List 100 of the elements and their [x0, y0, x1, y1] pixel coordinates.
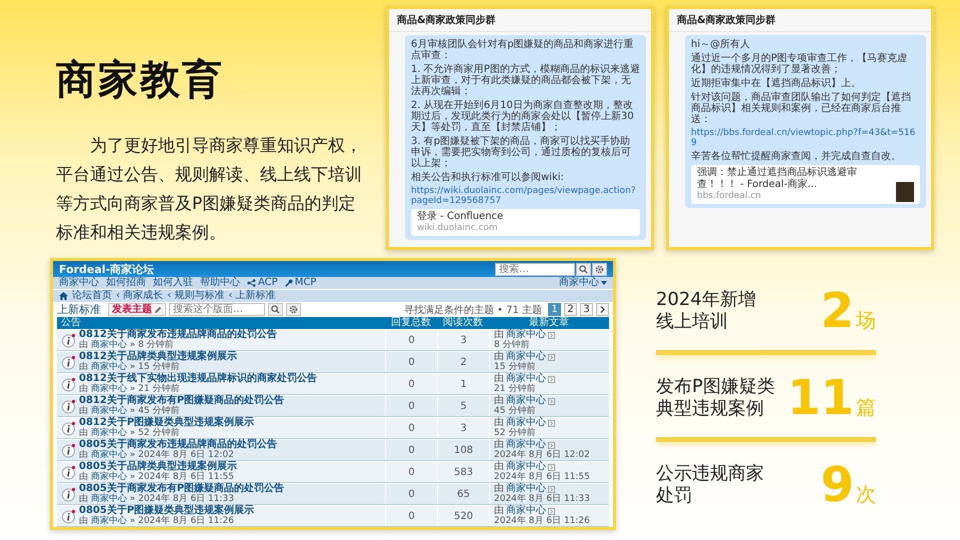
- reply-count: 0: [385, 506, 437, 526]
- view-count: 583: [437, 462, 489, 482]
- caret-icon: [601, 281, 607, 285]
- author-link[interactable]: 商家中心: [506, 462, 546, 472]
- stat-label: 发布P图嫌疑类 典型违规案例: [656, 376, 775, 420]
- forum-heading: 上新标准: [57, 302, 101, 317]
- info-icon: [61, 442, 76, 458]
- message-text: 3. 有p图嫌疑被下架的商品，商家可以找买手协助申诉，需要把实物寄到公司，通过质检的复核后可以上架；: [411, 136, 632, 169]
- topic-row[interactable]: 0805关于品牌类典型违规案例展示 由 商家中心 » 2024年 8月 6日 11:55 0 583 由 商家中心 2024年 8月 6日 11:55: [57, 461, 609, 483]
- author-link[interactable]: 商家中心: [506, 396, 546, 406]
- stat-unit: 篇: [856, 394, 876, 421]
- stat-label: 2024年新增 线上培训: [656, 289, 756, 333]
- search-button[interactable]: [576, 262, 591, 276]
- page-button[interactable]: 2: [564, 303, 577, 316]
- view-count: 3: [437, 418, 489, 438]
- topic-meta: 由 商家中心 » 21 分钟前: [79, 384, 180, 394]
- topic-title[interactable]: 0805关于商家发布有P图嫌疑商品的处罚公告: [79, 484, 284, 494]
- topic-row[interactable]: 0812关于线下实物出现违规品牌标识的商家处罚公告 由 商家中心 » 21 分钟前 0 1 由 商家中心 21 分钟前: [57, 373, 609, 395]
- wrench-icon: [284, 279, 293, 287]
- message-text: 2. 从现在开始到6月10日为商家自查整改期，整改期过后，发现此类行为的商家会处以【暂停上新30天】等处罚，直至【封禁店铺】；: [411, 100, 635, 133]
- author-link[interactable]: 商家中心: [90, 340, 127, 350]
- link-preview-card[interactable]: 登录 - Confluence wiki.duolainc.com: [411, 209, 640, 236]
- last-post-time: 15 分钟前: [494, 362, 536, 372]
- last-post-prefix: 由: [494, 440, 504, 450]
- stat-value: 11: [787, 372, 854, 424]
- message-link[interactable]: https://wiki.duolainc.com/pages/viewpage.action?pageId=129568757: [411, 186, 640, 206]
- topic-title[interactable]: 0812关于P图嫌疑类典型违规案例展示: [79, 418, 254, 428]
- stat-value: 9: [820, 459, 854, 511]
- topic-meta: 由 商家中心 » 2024年 8月 6日 11:33: [79, 494, 235, 504]
- chat-title: 商品&商家政策同步群: [389, 9, 651, 32]
- author-link[interactable]: 商家中心: [506, 418, 546, 428]
- info-icon: [61, 398, 76, 414]
- search-button[interactable]: [268, 303, 283, 316]
- preview-title: 强调：禁止通过遮挡商品标识逃避审查！！！ - Fordeal-商家...: [697, 167, 858, 191]
- topic-row[interactable]: 0805关于商家发布有P图嫌疑商品的处罚公告 由 商家中心 » 2024年 8月 6日 11:33 0 65 由 商家中心 2024年 8月 6日 11:33: [57, 483, 609, 505]
- preview-title: 登录 - Confluence: [417, 211, 504, 223]
- author-link[interactable]: 商家中心: [90, 472, 127, 482]
- settings-button[interactable]: [592, 262, 607, 276]
- author-link[interactable]: 商家中心: [506, 330, 546, 340]
- view-count: 520: [437, 506, 489, 526]
- topic-title[interactable]: 0805关于品牌类典型违规案例展示: [79, 462, 237, 472]
- search-icon: [271, 305, 280, 314]
- last-post-prefix: 由: [494, 374, 504, 384]
- topic-row[interactable]: 0812关于商家发布违规品牌商品的处罚公告 由 商家中心 » 8 分钟前 0 3 由 商家中心 8 分钟前: [57, 329, 609, 351]
- topic-title[interactable]: 0812关于商家发布有P图嫌疑商品的处罚公告: [79, 396, 284, 406]
- author-link[interactable]: 商家中心: [506, 352, 546, 362]
- nav-link[interactable]: 如何入驻: [153, 277, 193, 289]
- nav-link[interactable]: 商家中心: [59, 277, 99, 289]
- topic-title[interactable]: 0812关于线下实物出现违规品牌标识的商家处罚公告: [79, 374, 317, 384]
- page-button[interactable]: 3: [580, 303, 593, 316]
- arrow-icon: [548, 508, 555, 514]
- topic-row[interactable]: 0812关于商家发布有P图嫌疑商品的处罚公告 由 商家中心 » 45 分钟前 0 5 由 商家中心 45 分钟前: [57, 395, 609, 417]
- topic-row[interactable]: 0812关于品牌类典型违规案例展示 由 商家中心 » 15 分钟前 0 2 由 商家中心 15 分钟前: [57, 351, 609, 373]
- topic-meta: 由 商家中心 » 2024年 8月 6日 12:02: [79, 450, 235, 460]
- author-link[interactable]: 商家中心: [90, 450, 127, 460]
- next-page-button[interactable]: [596, 303, 609, 316]
- breadcrumb-link[interactable]: ‹ 商家成长: [116, 290, 164, 302]
- reply-count: 0: [385, 418, 437, 438]
- author-link[interactable]: 商家中心: [90, 384, 127, 394]
- arrow-icon: [548, 420, 555, 426]
- nav-link[interactable]: 帮助中心: [200, 277, 240, 289]
- author-link[interactable]: 商家中心: [90, 406, 127, 416]
- topic-row[interactable]: 0805关于商家发布违规品牌商品的处罚公告 由 商家中心 » 2024年 8月 6日 12:02 0 108 由 商家中心 2024年 8月 6日 12:02: [57, 439, 609, 461]
- author-link[interactable]: 商家中心: [90, 516, 127, 526]
- topic-row[interactable]: 0812关于P图嫌疑类典型违规案例展示 由 商家中心 » 52 分钟前 0 3 由 商家中心 52 分钟前: [57, 417, 609, 439]
- new-topic-button[interactable]: 发表主题: [108, 303, 166, 316]
- topic-title[interactable]: 0812关于品牌类典型违规案例展示: [79, 352, 237, 362]
- column-header: 阅读次数: [442, 317, 484, 329]
- user-menu[interactable]: 商家中心: [559, 277, 607, 289]
- preview-site: wiki.duolainc.com: [417, 223, 499, 234]
- breadcrumb-link[interactable]: 论坛首页: [72, 290, 112, 302]
- topic-title[interactable]: 0805关于P图嫌疑类典型违规案例展示: [79, 506, 254, 516]
- topic-title[interactable]: 0805关于商家发布违规品牌商品的处罚公告: [79, 440, 277, 450]
- last-post-prefix: 由: [494, 462, 504, 472]
- column-header: 回复总数: [390, 317, 432, 329]
- author-link[interactable]: 商家中心: [506, 506, 546, 516]
- link-preview-card[interactable]: 强调：禁止通过遮挡商品标识逃避审查！！！ - Fordeal-商家... bbs.fordeal.cn: [691, 165, 920, 204]
- author-link[interactable]: 商家中心: [506, 374, 546, 384]
- breadcrumb-link[interactable]: ‹ 上新标准: [228, 290, 276, 302]
- column-header: 最新文章: [528, 317, 570, 328]
- last-post-time: 8 分钟前: [494, 340, 530, 350]
- topic-title[interactable]: 0812关于商家发布违规品牌商品的处罚公告: [79, 330, 277, 340]
- nav-link[interactable]: MCP: [284, 277, 316, 289]
- topic-row[interactable]: 0805关于P图嫌疑类典型违规案例展示 由 商家中心 » 2024年 8月 6日 11:26 0 520 由 商家中心 2024年 8月 6日 11:26: [57, 505, 609, 527]
- settings-icon: [595, 264, 604, 274]
- nav-link[interactable]: 如何招商: [106, 277, 146, 289]
- settings-button[interactable]: [286, 303, 301, 316]
- info-icon: [61, 486, 76, 502]
- author-link[interactable]: 商家中心: [506, 440, 546, 450]
- author-link[interactable]: 商家中心: [90, 494, 127, 504]
- nav-link[interactable]: ACP: [247, 277, 278, 289]
- author-link[interactable]: 商家中心: [90, 428, 127, 438]
- photo-placeholder: [896, 182, 914, 202]
- author-link[interactable]: 商家中心: [506, 484, 546, 494]
- message-link[interactable]: https://bbs.fordeal.cn/viewtopic.php?f=43&t=5169: [691, 128, 920, 148]
- preview-site: bbs.fordeal.cn: [697, 191, 762, 202]
- search-field[interactable]: 搜索…: [495, 262, 575, 276]
- author-link[interactable]: 商家中心: [90, 362, 127, 372]
- arrow-icon: [548, 354, 555, 360]
- breadcrumb-link[interactable]: ‹ 规则与标准: [167, 290, 224, 302]
